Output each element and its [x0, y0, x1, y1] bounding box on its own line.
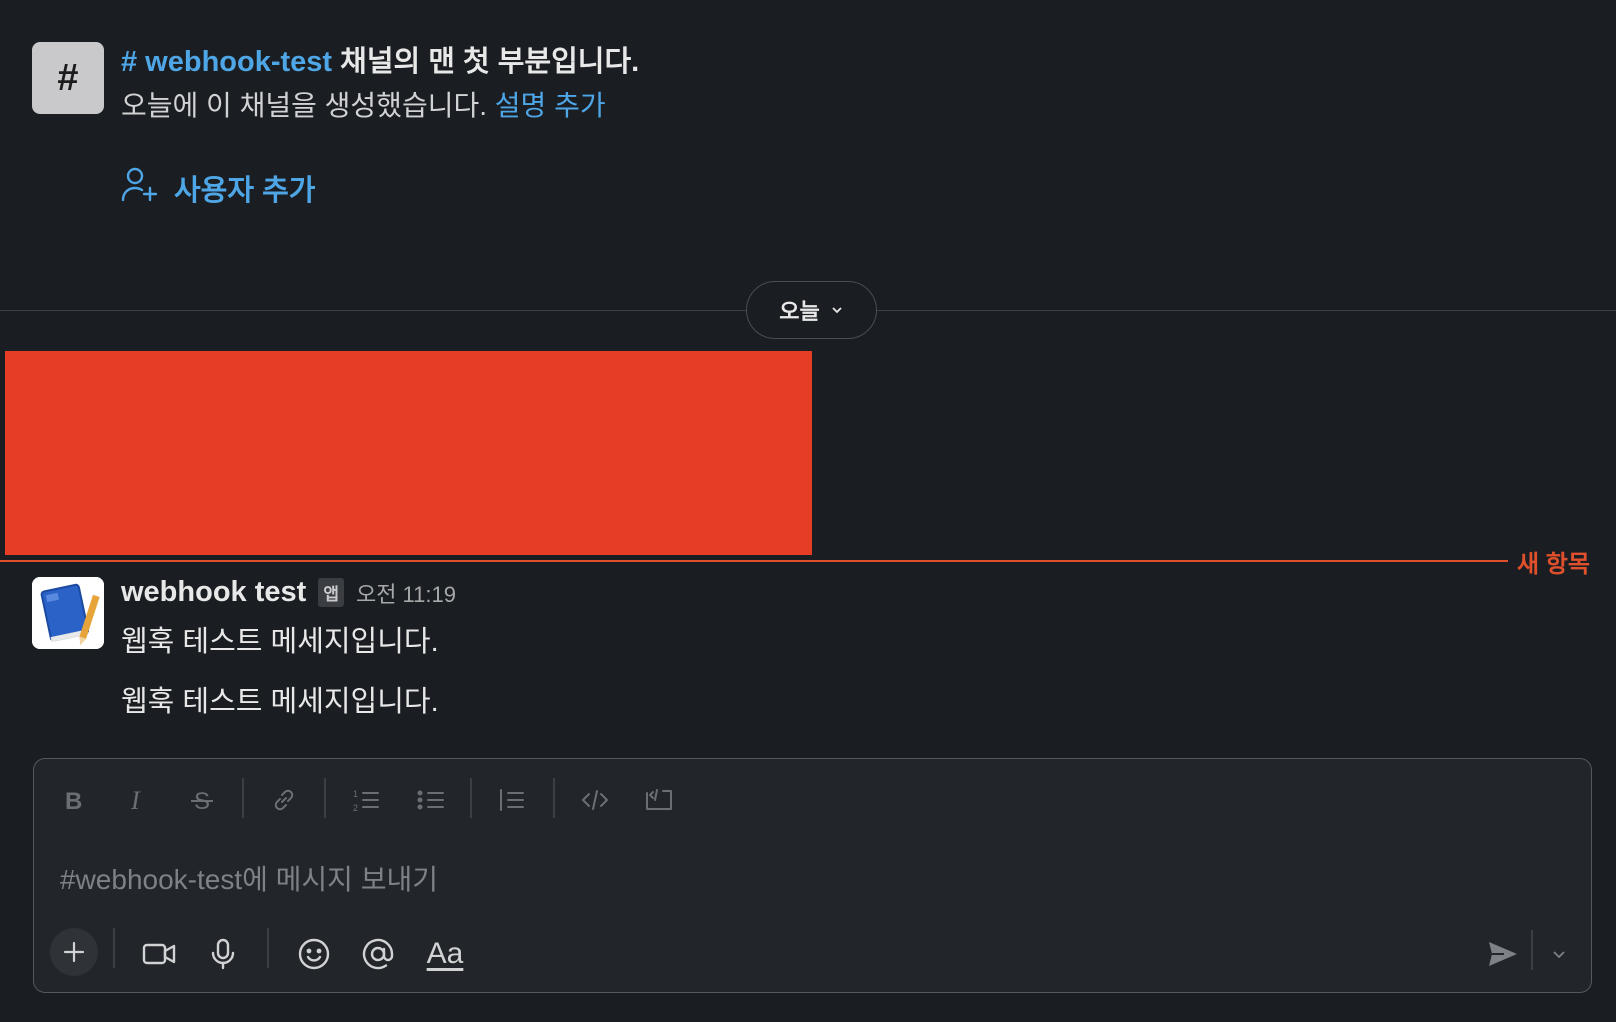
sender-name[interactable]: webhook test	[121, 576, 306, 609]
new-items-divider-line	[0, 560, 1508, 562]
code-block-icon[interactable]	[639, 780, 679, 820]
toolbar-separator	[242, 778, 244, 818]
svg-text:1: 1	[353, 789, 358, 799]
app-badge: 앱	[318, 578, 344, 607]
toolbar-separator	[470, 778, 472, 818]
add-user-label: 사용자 추가	[174, 175, 316, 207]
message-input[interactable]: #webhook-test에 메시지 보내기	[60, 858, 438, 898]
toolbar-separator	[113, 928, 115, 968]
code-icon[interactable]	[575, 780, 615, 820]
channel-hash-icon: #	[32, 42, 104, 114]
svg-text:2: 2	[353, 803, 358, 813]
link-icon[interactable]	[264, 780, 304, 820]
text-format-label: Aa	[426, 937, 464, 970]
date-divider-button[interactable]: 오늘	[746, 281, 877, 339]
created-text: 오늘에 이 채널을 생성했습니다.	[121, 90, 495, 121]
microphone-icon[interactable]	[201, 932, 245, 976]
channel-intro-title: # webhook-test 채널의 맨 첫 부분입니다.	[121, 38, 639, 80]
toolbar-separator	[553, 778, 555, 818]
message-text: 웹훅 테스트 메세지입니다.	[121, 686, 439, 718]
redacted-block	[5, 351, 812, 555]
mention-icon[interactable]	[356, 932, 400, 976]
italic-icon[interactable]: I	[117, 780, 157, 820]
bold-icon[interactable]: B	[53, 780, 93, 820]
text-format-icon[interactable]: Aa	[420, 932, 470, 976]
toolbar-separator	[1531, 930, 1533, 970]
new-items-label: 새 항목	[1517, 551, 1590, 578]
strikethrough-icon[interactable]: S	[182, 780, 222, 820]
ordered-list-icon[interactable]: 1 2	[346, 780, 386, 820]
message-text: 웹훅 테스트 메세지입니다.	[121, 626, 439, 658]
channel-intro-title-text: 채널의 맨 첫 부분입니다.	[332, 46, 640, 78]
chevron-down-icon[interactable]	[1540, 932, 1578, 976]
toolbar-separator	[267, 928, 269, 968]
message-header: webhook test 앱 오전 11:19	[121, 576, 456, 609]
plus-icon[interactable]	[50, 928, 98, 976]
add-description-link[interactable]: 설명 추가	[495, 90, 606, 121]
message-timestamp[interactable]: 오전 11:19	[356, 577, 456, 609]
send-icon[interactable]	[1481, 932, 1525, 976]
channel-link[interactable]: # webhook-test	[121, 46, 332, 78]
add-user-icon	[120, 164, 160, 212]
channel-created-text: 오늘에 이 채널을 생성했습니다. 설명 추가	[121, 84, 606, 124]
video-icon[interactable]	[137, 932, 181, 976]
toolbar-separator	[324, 778, 326, 818]
chevron-down-icon	[830, 297, 844, 323]
add-user-button[interactable]: 사용자 추가	[120, 164, 315, 212]
svg-text:I: I	[130, 786, 141, 814]
svg-text:B: B	[65, 788, 82, 814]
avatar[interactable]	[32, 577, 104, 649]
blockquote-icon[interactable]	[492, 780, 532, 820]
bullet-list-icon[interactable]	[411, 780, 451, 820]
emoji-icon[interactable]	[292, 932, 336, 976]
date-divider-label: 오늘	[779, 299, 820, 324]
